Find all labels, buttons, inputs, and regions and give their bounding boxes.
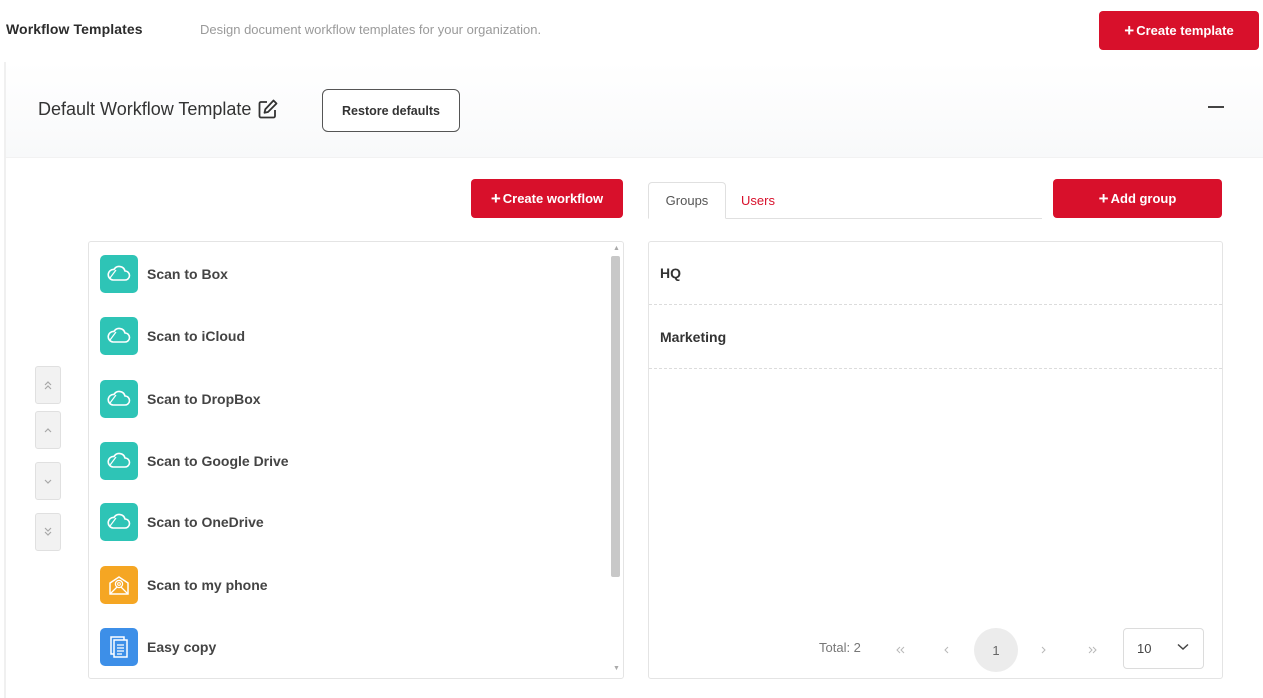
list-item[interactable]: Scan to DropBox [100,380,261,418]
template-title: Default Workflow Template [38,98,279,120]
prev-page-icon[interactable] [925,628,969,672]
email-at-icon [100,566,138,604]
template-panel-header: Default Workflow Template Restore defaul… [6,62,1263,158]
create-workflow-label: Create workflow [502,191,604,206]
page-size-select[interactable]: 10 [1123,628,1204,669]
pagination-total: Total: 2 [819,640,861,655]
template-name: Default Workflow Template [38,98,252,119]
document-copy-icon [100,628,138,666]
page-subtitle: Design document workflow templates for y… [200,22,542,37]
scroll-up-icon[interactable]: ▲ [613,245,620,252]
workflow-label: Scan to Google Drive [147,453,289,469]
workflow-label: Scan to Box [147,266,228,282]
list-item[interactable]: Scan to OneDrive [100,503,264,541]
cloud-icon [100,380,138,418]
move-down-button[interactable] [35,462,61,500]
page-number[interactable]: 1 [974,628,1018,672]
page-size-value: 10 [1137,641,1152,656]
plus-icon: + [1124,21,1135,40]
double-chevron-up-icon [44,381,52,390]
chevron-down-icon [1177,643,1189,651]
last-page-icon[interactable] [1070,628,1114,672]
list-item[interactable]: Scan to Google Drive [100,442,289,480]
workflow-label: Easy copy [147,639,217,655]
move-up-button[interactable] [35,411,61,449]
create-template-button[interactable]: + Create template [1099,11,1259,50]
first-page-icon[interactable] [879,628,923,672]
workflow-label: Scan to DropBox [147,391,261,407]
double-chevron-down-icon [44,527,52,536]
cloud-icon [100,317,138,355]
move-to-bottom-button[interactable] [35,513,61,551]
page-title: Workflow Templates [6,21,143,37]
add-group-button[interactable]: + Add group [1053,179,1222,218]
groups-list: HQ Marketing Total: 2 1 10 [648,241,1223,679]
chevron-down-icon [44,479,52,484]
chevron-up-icon [44,428,52,433]
plus-icon: + [490,189,501,208]
cloud-icon [100,442,138,480]
list-item[interactable]: Scan to my phone [100,566,268,604]
add-group-label: Add group [1110,191,1177,206]
workflow-label: Scan to my phone [147,577,268,593]
cloud-icon [100,503,138,541]
list-item[interactable]: Scan to Box [100,255,228,293]
scroll-down-icon[interactable]: ▼ [613,665,620,672]
workflow-label: Scan to iCloud [147,328,245,344]
group-name: Marketing [660,329,727,345]
collapse-icon[interactable] [1208,106,1224,108]
list-item[interactable]: Easy copy [100,628,216,666]
tab-divider [726,218,1042,219]
create-workflow-button[interactable]: + Create workflow [471,179,623,218]
page-header: Workflow Templates Design document workf… [0,0,1263,62]
scrollbar-thumb[interactable] [611,256,620,577]
list-item[interactable]: HQ [649,242,1222,305]
create-template-label: Create template [1136,23,1234,38]
move-to-top-button[interactable] [35,366,61,404]
plus-icon: + [1098,189,1109,208]
list-item[interactable]: Marketing [649,306,1222,369]
next-page-icon[interactable] [1021,628,1065,672]
workflow-label: Scan to OneDrive [147,514,264,530]
tab-users[interactable]: Users [741,193,775,208]
restore-defaults-button[interactable]: Restore defaults [322,89,460,132]
list-item[interactable]: Scan to iCloud [100,317,245,355]
edit-icon[interactable] [257,98,279,120]
tab-groups[interactable]: Groups [648,182,726,219]
cloud-icon [100,255,138,293]
group-name: HQ [660,265,681,281]
workflow-list: Scan to Box Scan to iCloud Scan to DropB… [88,241,624,679]
